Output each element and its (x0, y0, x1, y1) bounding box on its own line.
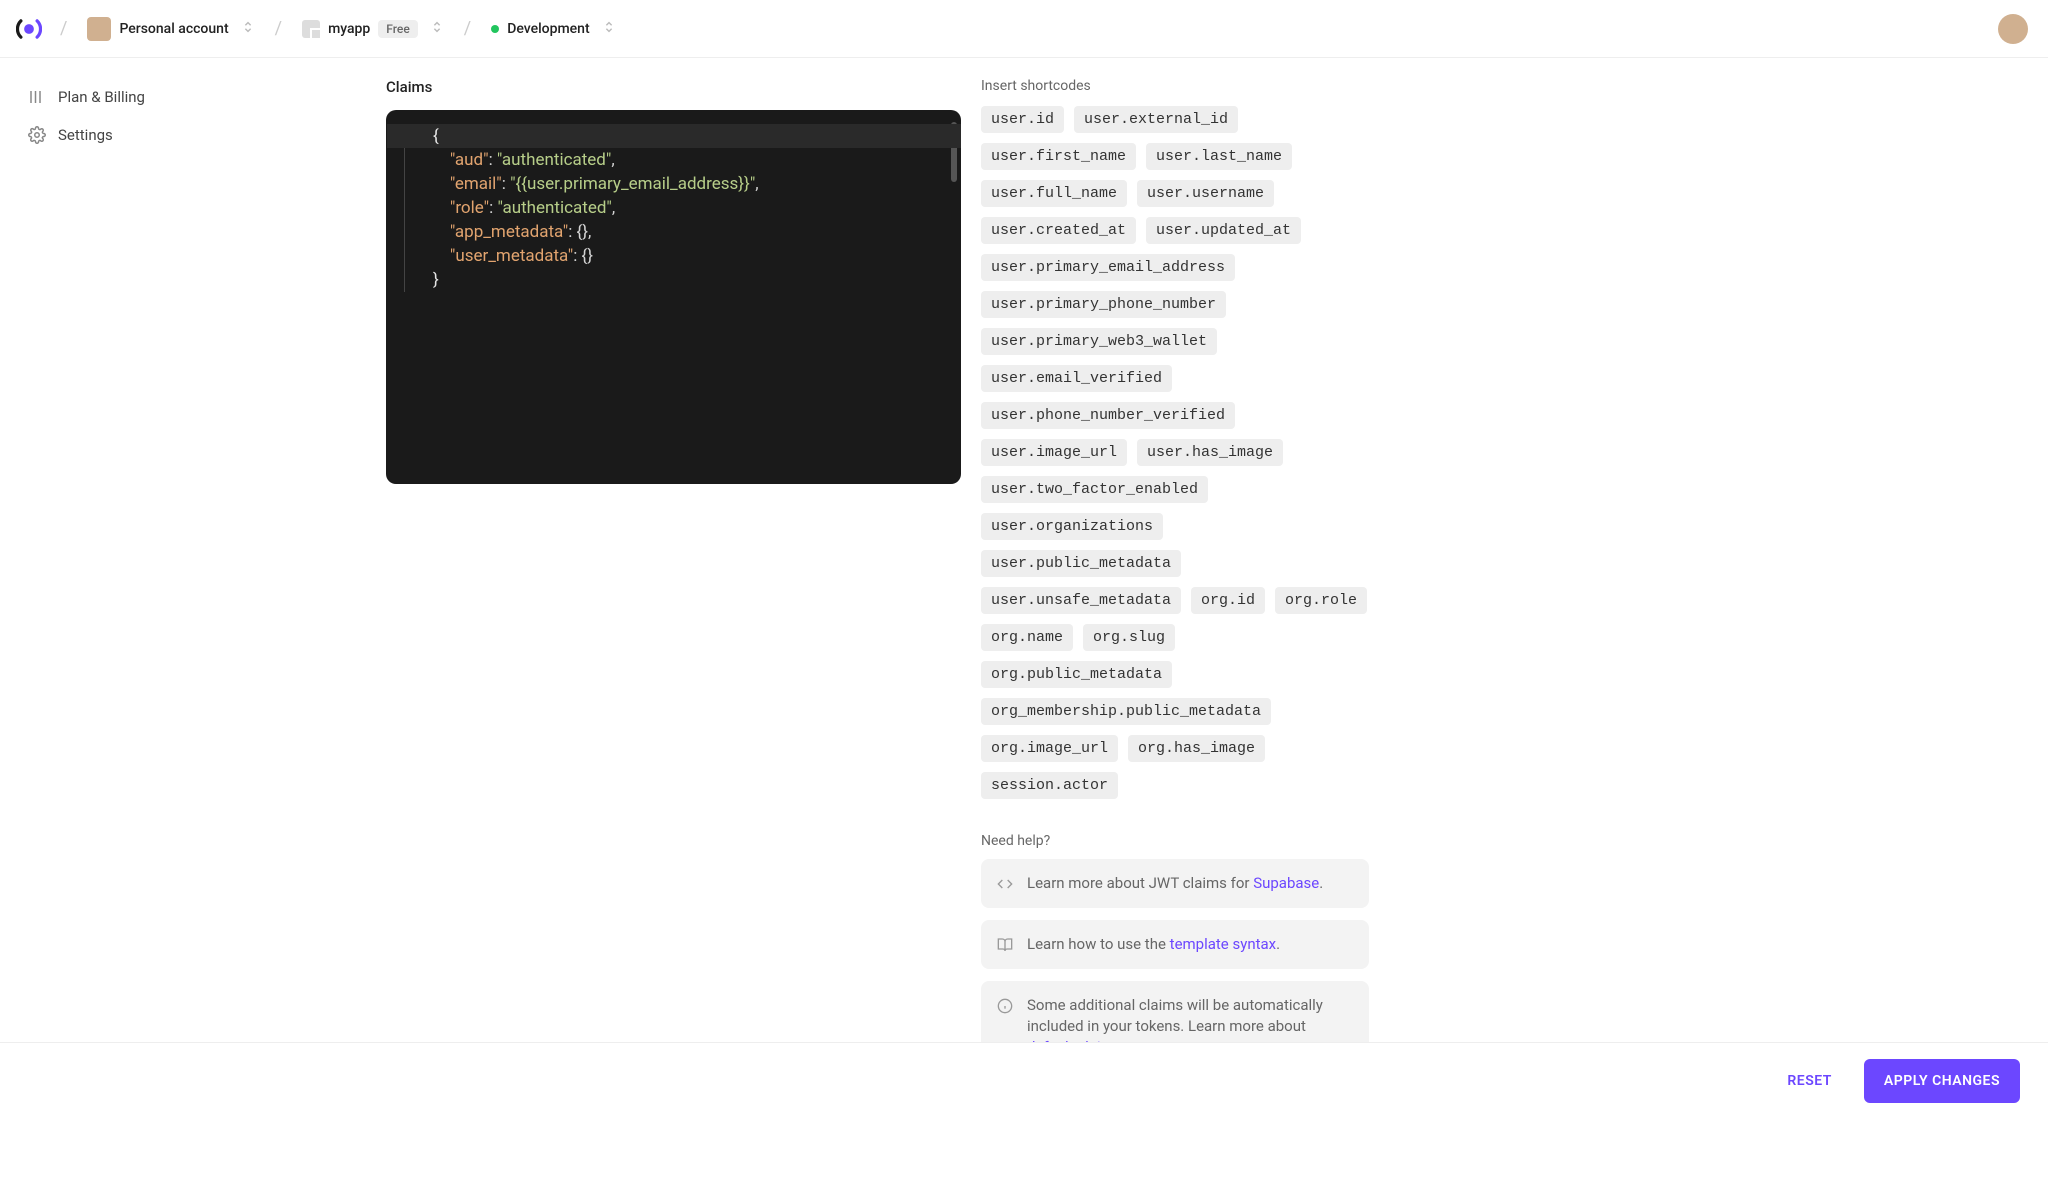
shortcodes-heading: Insert shortcodes (981, 78, 1369, 94)
sidebar-item-plan-billing[interactable]: Plan & Billing (24, 78, 362, 116)
account-avatar (87, 17, 111, 41)
env-name: Development (507, 21, 589, 37)
sidebar-item-label: Settings (58, 126, 113, 144)
app-name: myapp (328, 21, 370, 37)
need-help-heading: Need help? (981, 833, 1369, 849)
supabase-link[interactable]: Supabase (1253, 874, 1319, 892)
chevron-up-down-icon (602, 20, 616, 38)
billing-icon (28, 88, 46, 106)
shortcode-pill[interactable]: user.updated_at (1146, 217, 1301, 244)
shortcode-pill[interactable]: user.image_url (981, 439, 1127, 466)
claims-heading: Claims (386, 78, 961, 96)
shortcode-pill[interactable]: user.last_name (1146, 143, 1292, 170)
shortcode-pill[interactable]: org.image_url (981, 735, 1118, 762)
profile-avatar[interactable] (1998, 14, 2028, 44)
claims-editor[interactable]: { "aud": "authenticated", "email": "{{us… (386, 110, 961, 484)
shortcode-pill[interactable]: user.id (981, 106, 1064, 133)
gear-icon (28, 126, 46, 144)
shortcodes-list: user.iduser.external_iduser.first_nameus… (981, 106, 1369, 799)
shortcode-pill[interactable]: session.actor (981, 772, 1118, 799)
env-switcher[interactable]: Development (485, 16, 621, 42)
shortcode-pill[interactable]: org.slug (1083, 624, 1175, 651)
shortcode-pill[interactable]: org.role (1275, 587, 1367, 614)
shortcode-pill[interactable]: user.primary_web3_wallet (981, 328, 1217, 355)
shortcode-pill[interactable]: user.full_name (981, 180, 1127, 207)
apply-changes-button[interactable]: APPLY CHANGES (1864, 1059, 2020, 1103)
reset-button[interactable]: RESET (1773, 1063, 1845, 1099)
shortcode-pill[interactable]: user.created_at (981, 217, 1136, 244)
account-switcher[interactable]: Personal account (81, 13, 260, 45)
shortcode-pill[interactable]: user.first_name (981, 143, 1136, 170)
shortcode-pill[interactable]: org.name (981, 624, 1073, 651)
shortcode-pill[interactable]: user.email_verified (981, 365, 1172, 392)
shortcode-pill[interactable]: org.id (1191, 587, 1265, 614)
breadcrumb-sep: / (464, 18, 471, 39)
sidebar: Plan & Billing Settings (0, 58, 386, 1164)
shortcode-pill[interactable]: user.phone_number_verified (981, 402, 1235, 429)
app-icon (302, 20, 320, 38)
shortcode-pill[interactable]: user.external_id (1074, 106, 1238, 133)
shortcode-pill[interactable]: org_membership.public_metadata (981, 698, 1271, 725)
breadcrumb-sep: / (275, 18, 282, 39)
status-dot-icon (491, 25, 499, 33)
plan-badge: Free (378, 20, 417, 38)
breadcrumb-sep: / (60, 18, 67, 39)
app-switcher[interactable]: myapp Free (296, 16, 450, 42)
shortcode-pill[interactable]: user.two_factor_enabled (981, 476, 1208, 503)
shortcode-pill[interactable]: user.public_metadata (981, 550, 1181, 577)
shortcode-pill[interactable]: user.primary_phone_number (981, 291, 1226, 318)
template-syntax-link[interactable]: template syntax (1170, 935, 1276, 953)
shortcode-pill[interactable]: user.has_image (1137, 439, 1283, 466)
clerk-logo (16, 16, 42, 42)
help-card-template-syntax: Learn how to use the template syntax. (981, 920, 1369, 969)
info-icon (997, 998, 1013, 1014)
chevron-up-down-icon (241, 20, 255, 38)
shortcode-pill[interactable]: user.organizations (981, 513, 1163, 540)
sidebar-item-label: Plan & Billing (58, 88, 145, 106)
claims-code: { "aud": "authenticated", "email": "{{us… (404, 124, 951, 292)
help-card-supabase: Learn more about JWT claims for Supabase… (981, 859, 1369, 908)
shortcode-pill[interactable]: user.username (1137, 180, 1274, 207)
shortcode-pill[interactable]: org.public_metadata (981, 661, 1172, 688)
footer-bar: RESET APPLY CHANGES (0, 1042, 2048, 1119)
code-icon (997, 876, 1013, 892)
book-icon (997, 937, 1013, 953)
shortcode-pill[interactable]: user.unsafe_metadata (981, 587, 1181, 614)
chevron-up-down-icon (430, 20, 444, 38)
shortcode-pill[interactable]: user.primary_email_address (981, 254, 1235, 281)
account-label: Personal account (119, 21, 228, 37)
shortcode-pill[interactable]: org.has_image (1128, 735, 1265, 762)
breadcrumb: / Personal account / myapp Free / Develo… (8, 13, 622, 45)
sidebar-item-settings[interactable]: Settings (24, 116, 362, 154)
top-header: / Personal account / myapp Free / Develo… (0, 0, 2048, 58)
